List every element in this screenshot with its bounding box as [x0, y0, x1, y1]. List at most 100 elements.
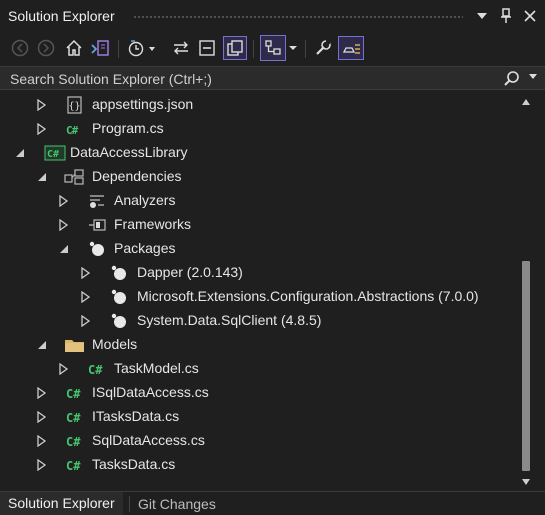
tree-item-models[interactable]: Models [0, 333, 520, 357]
expand-arrow-icon[interactable] [80, 291, 92, 303]
expand-arrow-icon[interactable] [36, 123, 48, 135]
tree-item-label: ISqlDataAccess.cs [92, 384, 209, 400]
title-bar: Solution Explorer [0, 0, 545, 32]
tree-item-tasksdata-cs[interactable]: C# TasksData.cs [0, 453, 520, 477]
svg-text:C#: C# [88, 363, 103, 377]
tree-item-packages[interactable]: Packages [0, 237, 520, 261]
drag-handle[interactable] [133, 15, 463, 20]
tree-item-label: Dapper (2.0.143) [137, 264, 243, 280]
tree-item-program-cs[interactable]: C# Program.cs [0, 117, 520, 141]
pending-changes-filter-icon[interactable] [127, 37, 157, 59]
tree-item-label: Models [92, 336, 138, 352]
show-all-files-icon[interactable] [223, 36, 247, 60]
close-icon[interactable] [521, 6, 539, 26]
toolbar [0, 32, 545, 64]
tree-item-frameworks[interactable]: Frameworks [0, 213, 520, 237]
tree-item-label: Program.cs [92, 120, 164, 136]
package-icon [111, 265, 126, 280]
csharp-file-icon: C# [66, 124, 80, 137]
expand-arrow-icon[interactable] [36, 435, 48, 447]
search-input[interactable] [8, 69, 492, 89]
tree-item-appsettings-json[interactable]: {} appsettings.json [0, 93, 520, 117]
sync-with-active-document-icon[interactable] [170, 37, 192, 59]
tree-item-dataaccesslibrary[interactable]: C# DataAccessLibrary [0, 141, 520, 165]
expand-arrow-icon[interactable] [36, 387, 48, 399]
collapse-arrow-icon[interactable] [36, 339, 48, 351]
pin-icon[interactable] [497, 6, 515, 26]
package-icon [111, 313, 126, 328]
tree-item-label: appsettings.json [92, 96, 194, 112]
svg-text:{}: {} [68, 101, 80, 112]
tree-item-isqldataaccess-cs[interactable]: C# ISqlDataAccess.cs [0, 381, 520, 405]
bottom-tab-strip: Solution Explorer Git Changes [0, 491, 545, 515]
svg-text:C#: C# [66, 435, 81, 449]
svg-text:C#: C# [66, 459, 81, 473]
tab-git-changes[interactable]: Git Changes [130, 492, 224, 515]
tree-item-label: TaskModel.cs [114, 360, 199, 376]
expand-arrow-icon[interactable] [36, 459, 48, 471]
home-icon[interactable] [63, 37, 85, 59]
csharp-file-icon: C# [66, 387, 81, 401]
expand-arrow-icon[interactable] [58, 195, 70, 207]
preview-selected-items-icon[interactable] [338, 36, 364, 60]
tree-item-itasksdata-cs[interactable]: C# ITasksData.cs [0, 405, 520, 429]
collapse-arrow-icon[interactable] [14, 147, 26, 159]
svg-text:C#: C# [66, 124, 79, 137]
tree-item-label: Analyzers [114, 192, 176, 208]
window-title: Solution Explorer [8, 8, 115, 24]
csharp-project-icon: C# [44, 145, 66, 161]
tree-item-label: Dependencies [92, 168, 182, 184]
expand-arrow-icon[interactable] [58, 219, 70, 231]
frameworks-icon [89, 219, 106, 231]
json-file-icon: {} [67, 96, 82, 114]
expand-arrow-icon[interactable] [80, 267, 92, 279]
scroll-up-icon[interactable] [522, 99, 530, 105]
dependencies-icon [64, 169, 84, 185]
scrollbar-thumb[interactable] [522, 261, 530, 471]
tab-solution-explorer[interactable]: Solution Explorer [0, 492, 123, 515]
csharp-file-icon: C# [88, 363, 103, 377]
collapse-arrow-icon[interactable] [58, 243, 70, 255]
tree-item-label: Packages [114, 240, 176, 256]
vertical-scrollbar[interactable] [517, 93, 535, 491]
csharp-file-icon: C# [66, 435, 81, 449]
package-icon [89, 241, 104, 256]
svg-text:C#: C# [66, 387, 81, 401]
tree-item-sqldataaccess-cs[interactable]: C# SqlDataAccess.cs [0, 429, 520, 453]
tree-item-microsoft-extensions-configuration-abstractions[interactable]: Microsoft.Extensions.Configuration.Abstr… [0, 285, 520, 309]
expand-arrow-icon[interactable] [36, 411, 48, 423]
search-options-dropdown-icon[interactable] [529, 74, 537, 79]
tree-item-label: TasksData.cs [92, 456, 176, 472]
collapse-arrow-icon[interactable] [36, 171, 48, 183]
csharp-file-icon: C# [66, 459, 81, 473]
back-arrow-icon[interactable] [9, 37, 31, 59]
properties-wrench-icon[interactable] [312, 37, 334, 59]
collapse-all-icon[interactable] [196, 37, 218, 59]
svg-text:C#: C# [66, 411, 81, 425]
tree-item-label: SqlDataAccess.cs [92, 432, 205, 448]
search-bar [0, 66, 545, 90]
csharp-file-icon: C# [66, 411, 81, 425]
tree-item-label: DataAccessLibrary [70, 144, 188, 160]
expand-arrow-icon[interactable] [58, 363, 70, 375]
tree-item-taskmodel-cs[interactable]: C# TaskModel.cs [0, 357, 520, 381]
switch-views-icon[interactable] [89, 37, 111, 59]
tree-item-dapper[interactable]: Dapper (2.0.143) [0, 261, 520, 285]
tree-item-label: System.Data.SqlClient (4.8.5) [137, 312, 322, 328]
dropdown-icon[interactable] [473, 6, 491, 26]
tree-item-analyzers[interactable]: Analyzers [0, 189, 520, 213]
expand-arrow-icon[interactable] [36, 99, 48, 111]
folder-icon [65, 340, 84, 352]
expand-arrow-icon[interactable] [80, 315, 92, 327]
forward-arrow-icon[interactable] [35, 37, 57, 59]
tree-item-system-data-sqlclient[interactable]: System.Data.SqlClient (4.8.5) [0, 309, 520, 333]
view-class-diagram-icon[interactable] [260, 35, 286, 61]
chevron-down-icon[interactable] [287, 37, 299, 59]
scroll-down-icon[interactable] [522, 479, 530, 485]
tree-item-label: Frameworks [114, 216, 192, 232]
analyzers-icon [90, 195, 104, 208]
package-icon [111, 289, 126, 304]
tree-item-dependencies[interactable]: Dependencies [0, 165, 520, 189]
tree-item-label: ITasksData.cs [92, 408, 180, 424]
search-icon[interactable] [503, 70, 521, 88]
